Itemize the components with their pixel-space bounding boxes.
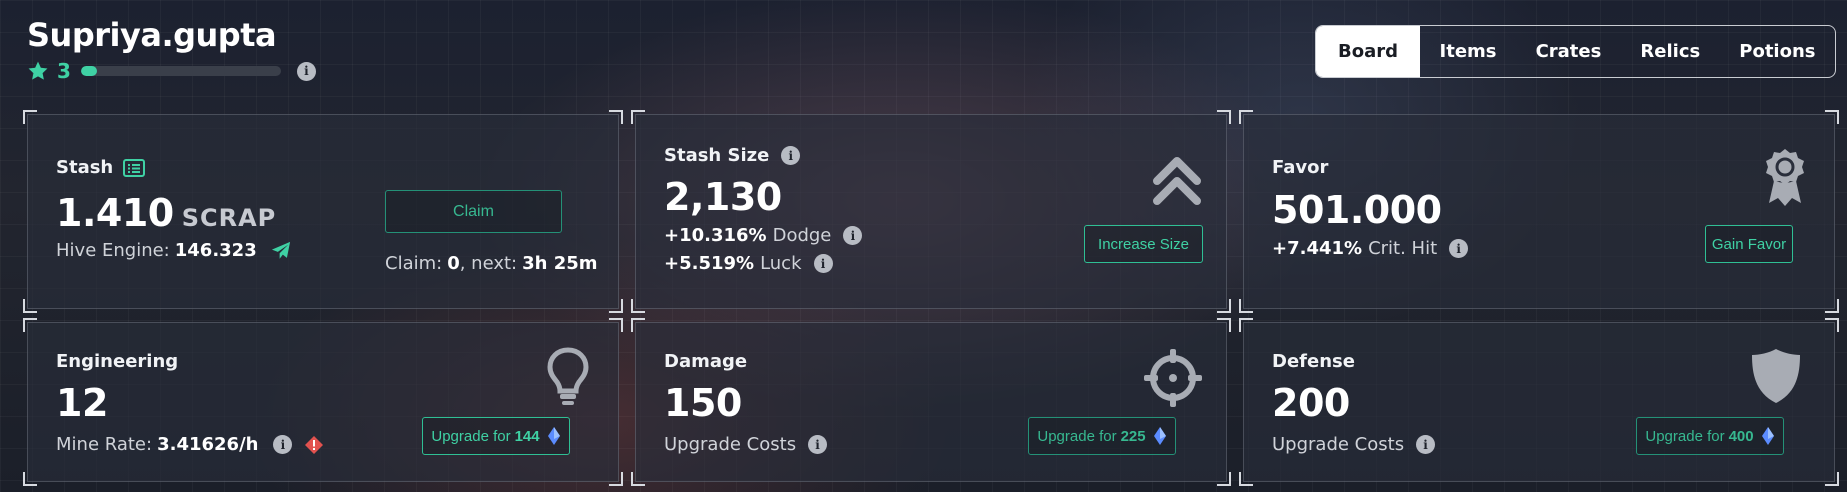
stash-card: Stash 1.410 SCRAP Hive Engine: 146.323 Cl… [23,110,623,313]
gain-favor-button[interactable]: Gain Favor [1705,225,1793,263]
luck-line: +5.519% Luck i [664,253,833,274]
upgrade-cost: 144 [514,427,540,445]
main-tabs: Board Items Crates Relics Potions [1315,25,1836,78]
crystal-icon [1153,427,1166,445]
dodge-percent: +10.316% [664,225,767,246]
list-icon[interactable] [123,158,146,177]
engineering-title: Engineering [56,351,179,372]
upgrade-costs-label: Upgrade Costs [664,434,797,455]
stash-size-card: Stash Size i 2,130 +10.316% Dodge i +5.5… [631,110,1231,313]
upgrade-damage-button[interactable]: Upgrade for 225 [1028,417,1176,455]
info-icon[interactable]: i [813,254,833,273]
upgrade-costs-label: Upgrade Costs [1272,434,1405,455]
crit-label: Crit. Hit [1368,238,1438,259]
defense-card: Defense 200 Upgrade Costs i Upgrade for … [1239,318,1839,486]
upgrade-cost: 400 [1728,427,1754,445]
info-icon[interactable]: i [1416,435,1436,454]
paper-plane-icon[interactable] [270,241,292,261]
stash-size-value: 2,130 [664,175,782,219]
defense-costs-line: Upgrade Costs i [1272,434,1436,455]
dodge-label: Dodge [772,225,832,246]
damage-costs-line: Upgrade Costs i [664,434,828,455]
claim-count: 0 [447,253,460,274]
username: Supriya.gupta [27,16,277,54]
level-number: 3 [57,59,71,83]
favor-card: Favor 501.000 +7.441% Crit. Hit i Gain F… [1239,110,1839,313]
award-badge-icon [1766,149,1804,206]
double-chevron-up-icon [1153,157,1201,205]
stash-size-title: Stash Size i [664,145,801,166]
info-icon[interactable]: i [296,61,316,81]
upgrade-defense-button[interactable]: Upgrade for 400 [1636,417,1784,455]
alert-icon[interactable] [304,435,324,455]
upgrade-label: Upgrade for [1037,427,1117,445]
damage-value: 150 [664,381,742,425]
mine-rate-label: Mine Rate: [56,434,153,455]
info-icon[interactable]: i [843,226,863,245]
star-icon [28,61,48,80]
claim-label: Claim: [385,253,443,274]
stash-value: 1.410 SCRAP [56,191,276,235]
stash-unit: SCRAP [181,204,277,232]
crosshair-icon [1144,349,1202,407]
luck-label: Luck [760,253,802,274]
info-icon[interactable]: i [273,435,293,454]
defense-title: Defense [1272,351,1355,372]
stash-size-title-text: Stash Size [664,145,770,166]
hive-engine-line: Hive Engine: 146.323 [56,240,292,261]
upgrade-engineering-button[interactable]: Upgrade for 144 [422,417,570,455]
claim-button[interactable]: Claim [385,190,562,233]
mine-rate-value: 3.41626/h [157,434,259,455]
crystal-icon [1761,427,1774,445]
level-row: 3 i [27,59,316,83]
engineering-card: Engineering 12 Mine Rate: 3.41626/h i Up… [23,318,623,486]
hive-engine-label: Hive Engine: [56,240,170,261]
stash-title: Stash [56,157,146,178]
next-label: , next: [459,253,518,274]
xp-progress-fill [80,66,97,76]
crystal-icon [547,427,560,445]
mine-rate-line: Mine Rate: 3.41626/h i [56,434,324,455]
upgrade-label: Upgrade for [1645,427,1725,445]
tab-items[interactable]: Items [1420,26,1516,77]
defense-value: 200 [1272,381,1350,425]
hive-engine-value: 146.323 [174,240,257,261]
info-icon[interactable]: i [781,146,801,165]
damage-card: Damage 150 Upgrade Costs i Upgrade for 2… [631,318,1231,486]
tab-potions[interactable]: Potions [1720,26,1835,77]
info-icon[interactable]: i [1449,239,1469,258]
crit-line: +7.441% Crit. Hit i [1272,238,1469,259]
xp-progress-bar [80,66,281,76]
increase-size-button[interactable]: Increase Size [1084,225,1203,263]
upgrade-label: Upgrade for [431,427,511,445]
profile-header: Supriya.gupta 3 i [27,16,316,83]
luck-percent: +5.519% [664,253,755,274]
favor-title: Favor [1272,157,1329,178]
favor-value: 501.000 [1272,188,1442,232]
lightbulb-icon [547,347,589,405]
tab-crates[interactable]: Crates [1516,26,1621,77]
stash-amount: 1.410 [56,191,174,235]
info-icon[interactable]: i [808,435,828,454]
damage-title: Damage [664,351,748,372]
crit-percent: +7.441% [1272,238,1363,259]
shield-icon [1752,349,1800,403]
next-value: 3h 25m [522,253,598,274]
stash-title-text: Stash [56,157,114,178]
dodge-line: +10.316% Dodge i [664,225,863,246]
claim-info: Claim: 0 , next: 3h 25m [385,253,601,274]
upgrade-cost: 225 [1120,427,1146,445]
tab-board[interactable]: Board [1316,26,1420,77]
tab-relics[interactable]: Relics [1621,26,1720,77]
engineering-value: 12 [56,381,108,425]
